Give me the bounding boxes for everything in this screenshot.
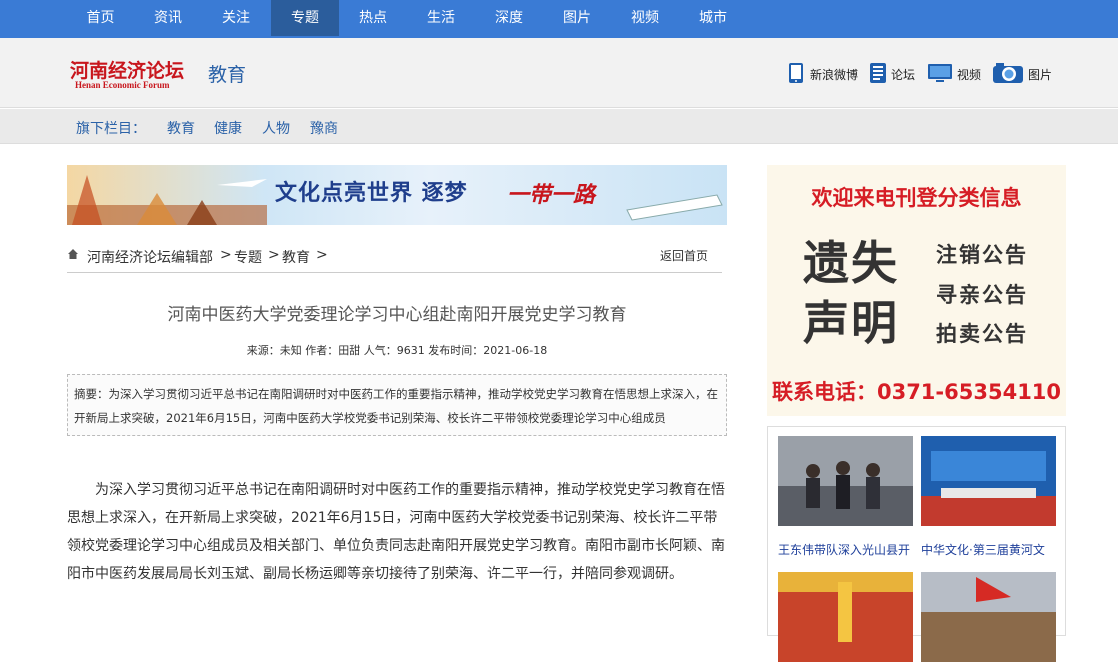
nav-item-video[interactable]: 视频 <box>611 0 679 36</box>
photo-thumbnail[interactable] <box>921 572 1056 662</box>
channel-title: 教育 <box>208 64 247 86</box>
banner-slogan: 文化点亮世界 逐梦 <box>275 181 468 206</box>
banner-belt-road: 一带一路 <box>507 183 596 208</box>
ad-statement-label: 声明 <box>803 296 899 350</box>
weibo-label: 新浪微博 <box>810 68 859 82</box>
sub-nav: 旗下栏目： 教育 健康 人物 豫商 <box>0 109 1118 144</box>
nav-item-home[interactable]: 首页 <box>67 0 134 36</box>
weibo-link[interactable]: 新浪微博 <box>786 62 858 87</box>
photo-news-box: 王东伟带队深入光山县开 中华文化·第三届黄河文 <box>767 426 1066 662</box>
nav-item-life[interactable]: 生活 <box>407 0 475 36</box>
top-nav: 首页 资讯 关注 专题 热点 生活 深度 图片 视频 城市 <box>0 0 1118 38</box>
picture-link[interactable]: 图片 <box>992 62 1052 87</box>
photo-caption[interactable]: 中华文化·第三届黄河文 <box>921 541 1061 558</box>
classified-ad[interactable]: 欢迎来电刊登分类信息 遗失 声明 注销公告 寻亲公告 拍卖公告 联系电话：037… <box>767 165 1066 416</box>
photo-thumbnail[interactable] <box>778 436 913 526</box>
photo-thumbnail[interactable] <box>921 436 1056 526</box>
nav-item-pictures[interactable]: 图片 <box>543 0 611 36</box>
monitor-icon <box>927 62 953 87</box>
subnav-item-health[interactable]: 健康 <box>214 118 242 138</box>
home-icon[interactable] <box>67 248 79 264</box>
video-link[interactable]: 视频 <box>927 62 981 87</box>
nav-item-depth[interactable]: 深度 <box>475 0 543 36</box>
breadcrumb: 河南经济论坛编辑部 > 专题 > 教育 > 返回首页 <box>67 243 722 273</box>
nav-item-hot[interactable]: 热点 <box>339 0 407 36</box>
site-logo-english: Henan Economic Forum <box>75 80 170 90</box>
ad-lost-label: 遗失 <box>803 236 899 290</box>
breadcrumb-separator: > <box>316 247 328 263</box>
breadcrumb-item-education[interactable]: 教育 <box>282 247 310 267</box>
article-title: 河南中医药大学党委理论学习中心组赴南阳开展党史学习教育 <box>167 305 627 325</box>
ad-item-cancel: 注销公告 <box>936 243 1028 267</box>
ad-item-auction: 拍卖公告 <box>936 322 1028 346</box>
video-label: 视频 <box>957 68 982 82</box>
picture-label: 图片 <box>1028 68 1053 82</box>
camera-icon <box>992 62 1024 87</box>
nav-item-city[interactable]: 城市 <box>679 0 747 36</box>
photo-caption[interactable]: 王东伟带队深入光山县开 <box>778 541 918 558</box>
forum-label: 论坛 <box>891 68 916 82</box>
breadcrumb-separator: > <box>268 247 280 263</box>
nav-item-focus[interactable]: 关注 <box>202 0 270 36</box>
photo-thumbnail[interactable] <box>778 572 913 662</box>
site-logo[interactable]: 河南经济论坛 <box>70 56 184 83</box>
banner-ad[interactable]: 文化点亮世界 逐梦 一带一路 <box>67 165 727 225</box>
subnav-item-business[interactable]: 豫商 <box>310 118 338 138</box>
article-meta: 来源：未知 作者：田甜 人气：9631 发布时间：2021-06-18 <box>246 344 548 357</box>
subnav-item-education[interactable]: 教育 <box>167 118 195 138</box>
breadcrumb-item-special[interactable]: 专题 <box>234 247 262 267</box>
site-header: 河南经济论坛 Henan Economic Forum 教育 新浪微博 论坛 视… <box>0 38 1118 108</box>
ad-item-search-family: 寻亲公告 <box>936 283 1028 307</box>
document-icon <box>869 62 887 87</box>
breadcrumb-item-editorial[interactable]: 河南经济论坛编辑部 <box>87 247 213 267</box>
nav-item-special[interactable]: 专题 <box>271 0 339 36</box>
phone-icon <box>786 62 806 87</box>
subnav-item-people[interactable]: 人物 <box>262 118 290 138</box>
forum-link[interactable]: 论坛 <box>869 62 915 87</box>
article-body: 为深入学习贯彻习近平总书记在南阳调研时对中医药工作的重要指示精神，推动学校党史学… <box>67 482 725 582</box>
ad-headline: 欢迎来电刊登分类信息 <box>811 186 1022 210</box>
article-summary: 摘要：为深入学习贯彻习近平总书记在南阳调研时对中医药工作的重要指示精神，推动学校… <box>67 374 727 436</box>
ad-phone: 联系电话：0371-65354110 <box>771 380 1062 404</box>
nav-item-news[interactable]: 资讯 <box>134 0 202 36</box>
back-home-link[interactable]: 返回首页 <box>660 247 708 264</box>
subnav-label: 旗下栏目： <box>76 121 146 137</box>
breadcrumb-separator: > <box>220 247 232 263</box>
